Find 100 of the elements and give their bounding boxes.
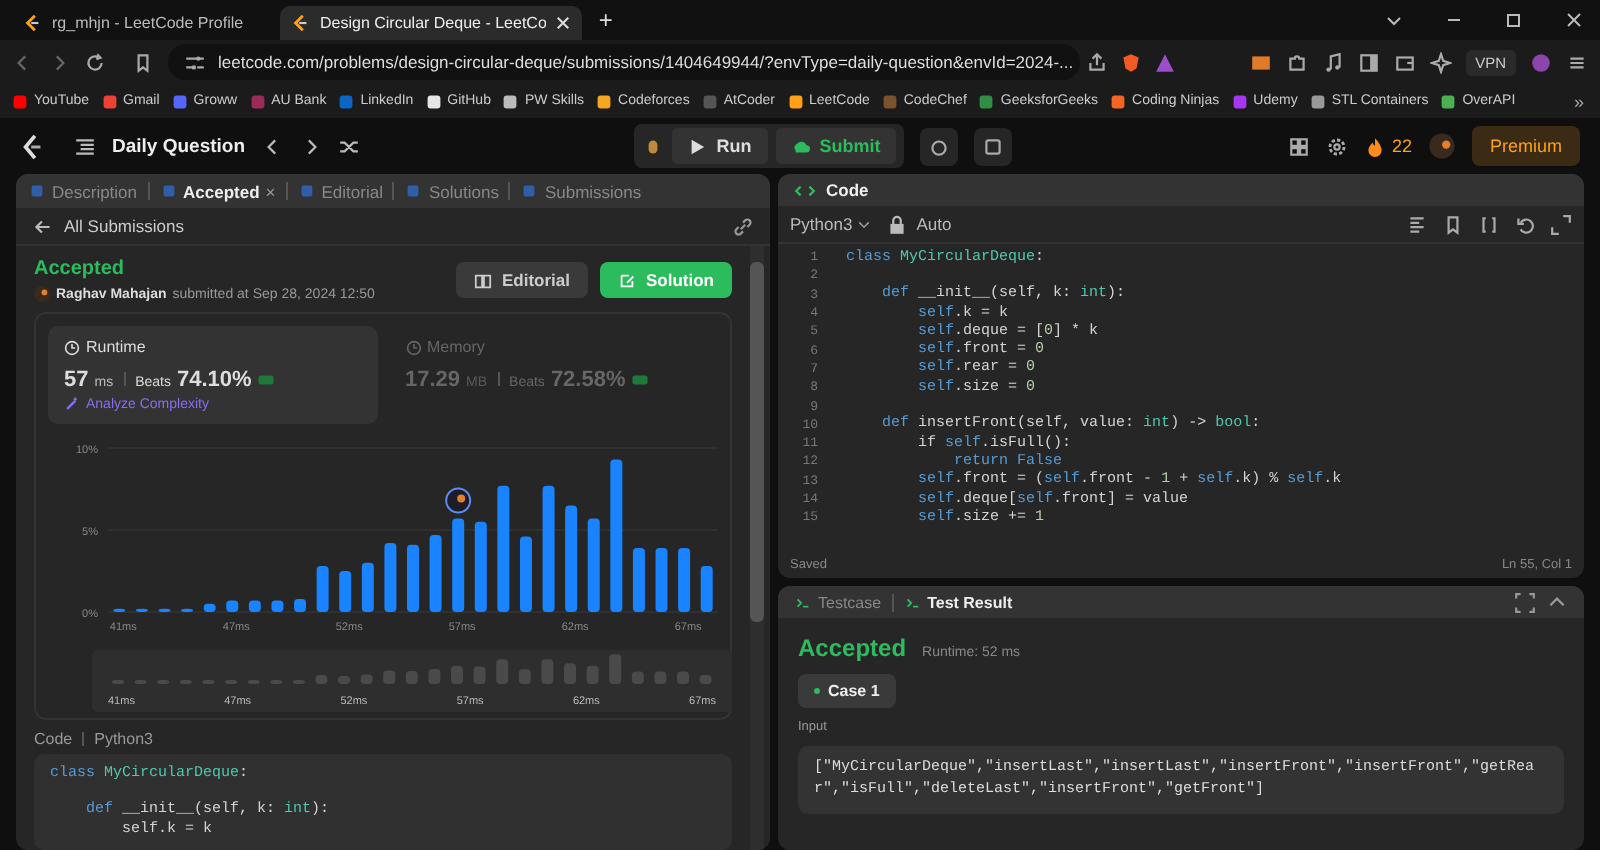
panel-tab[interactable]: Accepted × bbox=[159, 181, 276, 201]
tab-label: Description bbox=[52, 181, 138, 201]
note-icon bbox=[982, 135, 1005, 157]
overview-bar bbox=[677, 671, 689, 684]
site-settings-icon[interactable] bbox=[184, 51, 206, 73]
result-tab[interactable]: Testcase bbox=[794, 593, 882, 611]
notes-button[interactable] bbox=[974, 127, 1013, 165]
language-dropdown[interactable]: Python3 bbox=[790, 214, 873, 234]
problem-list-title[interactable]: Daily Question bbox=[112, 135, 246, 157]
cloud-upload-icon bbox=[791, 137, 810, 155]
beats-percent: 74.10% bbox=[177, 368, 252, 392]
close-icon[interactable] bbox=[1564, 10, 1584, 30]
histogram-bar[interactable] bbox=[294, 598, 307, 612]
new-tab-button[interactable]: + bbox=[590, 6, 621, 34]
settings-icon[interactable] bbox=[1325, 135, 1348, 157]
histogram-bar[interactable] bbox=[384, 543, 397, 612]
code-label: Code bbox=[34, 730, 73, 748]
shield-icon[interactable] bbox=[1119, 51, 1142, 73]
alarm-button[interactable] bbox=[920, 127, 959, 165]
bookmark-icon[interactable] bbox=[1442, 213, 1464, 235]
link-icon[interactable] bbox=[732, 215, 754, 237]
histogram-bar[interactable] bbox=[474, 521, 487, 612]
histogram-bar[interactable] bbox=[361, 562, 374, 612]
overview-bar bbox=[451, 665, 463, 684]
badge-icon bbox=[631, 374, 648, 386]
tab-label: Submissions bbox=[544, 181, 642, 201]
expand-icon[interactable] bbox=[1550, 213, 1572, 235]
histogram-bar[interactable] bbox=[678, 548, 691, 612]
music-icon[interactable] bbox=[1321, 51, 1344, 73]
tab-icon bbox=[297, 182, 316, 200]
close-icon[interactable] bbox=[556, 16, 571, 30]
histogram-bar[interactable] bbox=[339, 571, 352, 612]
url-text: leetcode.com/problems/design-circular-deque/submissions/1404649944/?envType=daily-question&envId=2024-... bbox=[218, 52, 1074, 72]
triangle-icon[interactable] bbox=[1153, 51, 1176, 73]
more-bookmarks-button[interactable]: » bbox=[1573, 91, 1584, 111]
panel-tab[interactable]: Submissions bbox=[520, 181, 642, 201]
chevron-down-icon bbox=[856, 216, 873, 232]
run-button[interactable]: Run bbox=[672, 128, 768, 164]
histogram-bar[interactable] bbox=[587, 518, 600, 612]
auto-mode-label[interactable]: Auto bbox=[916, 214, 952, 234]
braces-icon[interactable] bbox=[1478, 213, 1500, 235]
overview-bar bbox=[654, 671, 667, 684]
list-icon[interactable] bbox=[74, 135, 96, 157]
bookmark-icon[interactable] bbox=[132, 51, 154, 73]
sidebar-icon[interactable] bbox=[1357, 51, 1380, 73]
back-arrow-icon[interactable] bbox=[32, 215, 54, 237]
browser-tab[interactable]: rg_mhjn - LeetCode Profile bbox=[12, 6, 272, 40]
histogram-bar[interactable] bbox=[407, 544, 419, 612]
avatar-icon[interactable] bbox=[1428, 132, 1456, 160]
histogram-bar[interactable] bbox=[248, 600, 261, 612]
avatar-icon bbox=[34, 286, 50, 302]
panel-tab[interactable]: Editorial bbox=[297, 181, 383, 201]
case-tab[interactable]: Case 1 bbox=[798, 674, 896, 708]
histogram-bar[interactable] bbox=[565, 505, 578, 612]
panel-tab[interactable]: Solutions bbox=[404, 181, 499, 201]
alarm-icon bbox=[928, 135, 951, 157]
editorial-button[interactable]: Editorial bbox=[455, 262, 588, 298]
panel-title: Code bbox=[826, 180, 869, 200]
close-tab-button[interactable]: × bbox=[265, 181, 276, 201]
scrollbar-thumb[interactable] bbox=[750, 262, 764, 622]
book-icon bbox=[473, 271, 492, 289]
histogram-bar[interactable] bbox=[519, 536, 532, 612]
overview-bar bbox=[518, 669, 531, 684]
layout-icon[interactable] bbox=[1287, 135, 1310, 157]
fullscreen-icon[interactable] bbox=[1514, 591, 1536, 613]
reload-icon[interactable] bbox=[84, 51, 106, 73]
share-icon[interactable] bbox=[1085, 51, 1108, 73]
restore-icon[interactable] bbox=[1504, 10, 1524, 30]
histogram-bar[interactable] bbox=[610, 459, 623, 612]
histogram-bar[interactable] bbox=[226, 600, 239, 612]
all-submissions-link[interactable]: All Submissions bbox=[64, 216, 184, 236]
overview-bar bbox=[609, 654, 622, 684]
result-tab[interactable]: Test Result bbox=[903, 593, 1013, 611]
histogram-bar[interactable] bbox=[452, 518, 465, 612]
stat-value: 17.29 bbox=[405, 368, 461, 392]
flame-icon[interactable] bbox=[1363, 135, 1386, 157]
format-icon[interactable] bbox=[1406, 213, 1428, 235]
histogram-bar[interactable] bbox=[497, 485, 510, 612]
histogram-bar[interactable] bbox=[429, 534, 442, 612]
overview-bar bbox=[360, 674, 373, 684]
histogram-bar[interactable] bbox=[316, 566, 329, 612]
result-status: Accepted bbox=[798, 634, 907, 662]
histogram-bar[interactable] bbox=[203, 603, 216, 612]
lock-icon bbox=[886, 213, 909, 235]
panel-tab[interactable]: Description bbox=[28, 181, 138, 201]
wallet-icon[interactable] bbox=[1393, 51, 1416, 73]
submit-button[interactable]: Submit bbox=[775, 128, 897, 164]
histogram-bar[interactable] bbox=[700, 566, 713, 612]
profile-avatar-icon[interactable] bbox=[1530, 51, 1552, 73]
undo-icon[interactable] bbox=[1514, 213, 1536, 235]
sparkle-icon[interactable] bbox=[1429, 51, 1452, 73]
histogram-bar[interactable] bbox=[632, 548, 645, 612]
premium-button[interactable]: Premium bbox=[1472, 126, 1581, 166]
leetcode-logo-icon[interactable] bbox=[20, 133, 46, 159]
overview-bar bbox=[473, 666, 486, 684]
clock-icon bbox=[64, 339, 80, 355]
tab-label: Editorial bbox=[321, 181, 383, 201]
browser-tab[interactable]: Design Circular Deque - LeetCo bbox=[280, 6, 583, 40]
overview-bar bbox=[699, 675, 712, 684]
histogram-bar[interactable] bbox=[271, 600, 284, 612]
